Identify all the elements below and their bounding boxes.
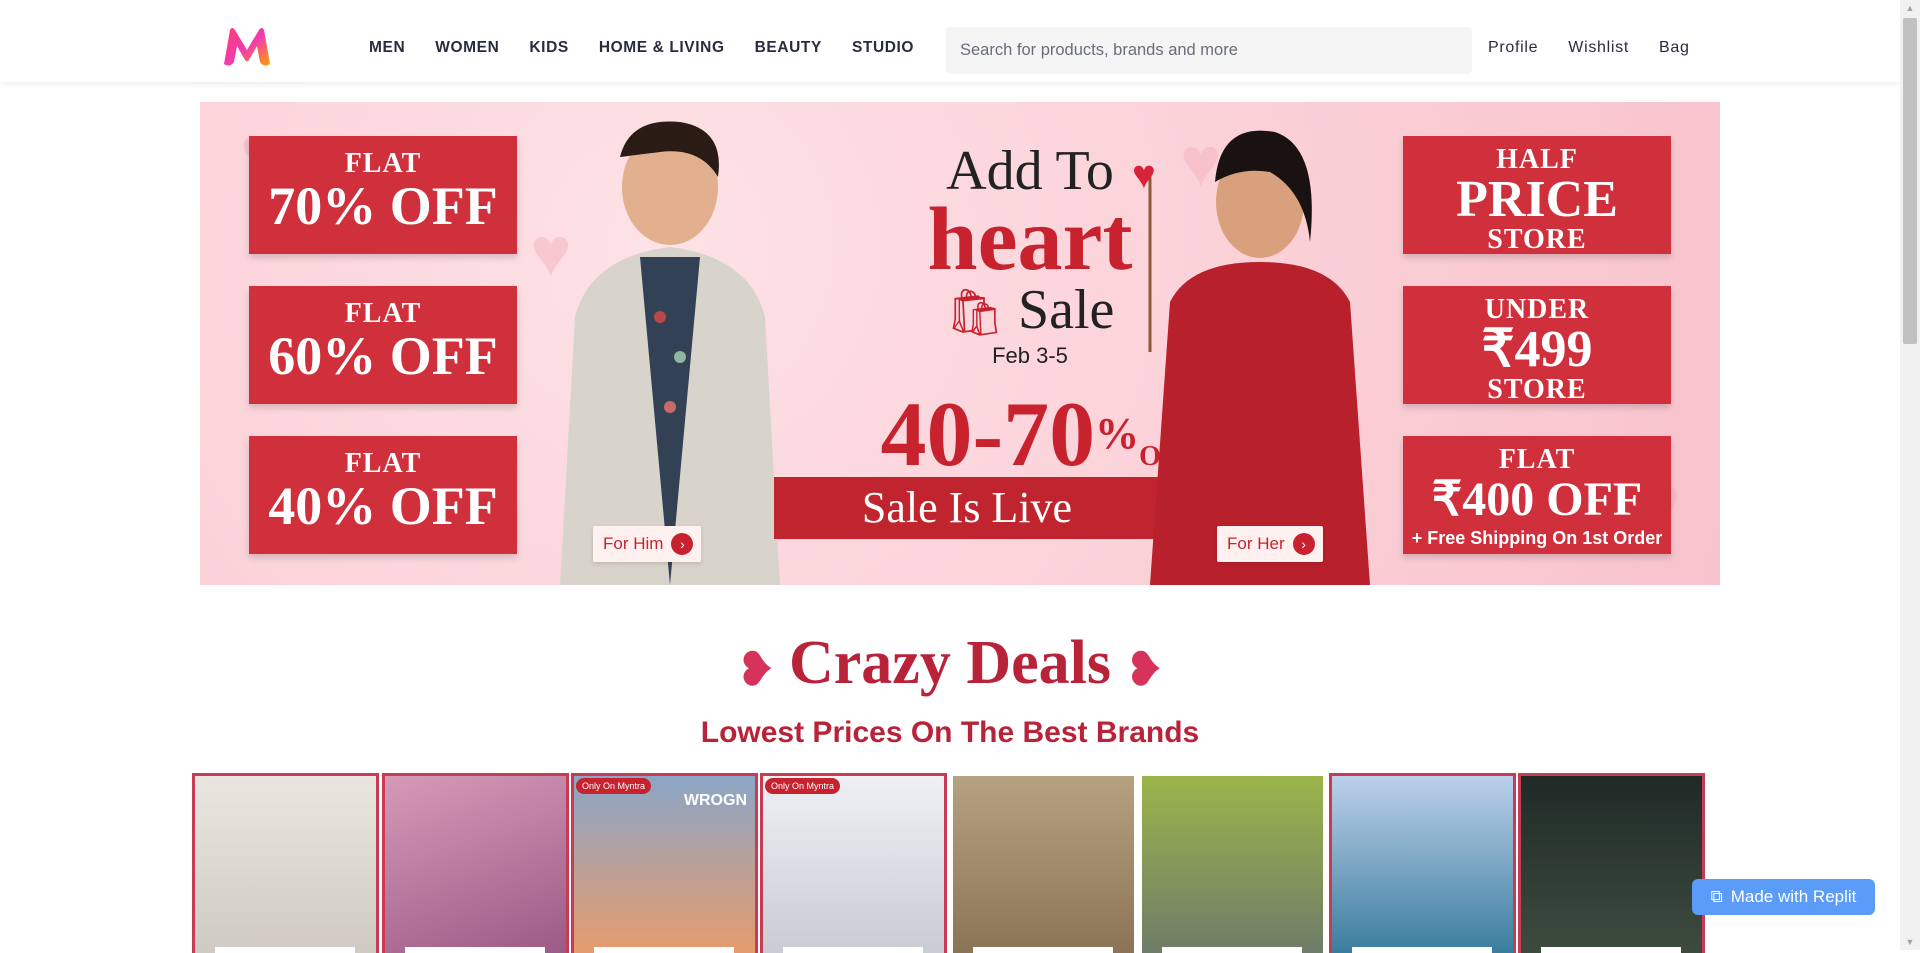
brand-logo-text: WROGN — [683, 792, 747, 809]
nav-women[interactable]: WOMEN — [435, 39, 499, 57]
hero-banner[interactable]: ♥ ♥ ♥ ♥ ♥ FLAT 70% OFF FLAT 60% OFF FLAT… — [200, 102, 1720, 585]
deal-card[interactable]: Only On Myntra — [760, 773, 947, 953]
page-scrollbar[interactable]: ▲ ▼ — [1900, 0, 1920, 950]
deal-cards-row: Only On Myntra WROGN Only On Myntra — [192, 773, 1708, 953]
card-label-strip — [594, 947, 734, 953]
offer-flat-70[interactable]: FLAT 70% OFF — [249, 136, 517, 254]
card-label-strip — [973, 947, 1113, 953]
search-input[interactable] — [946, 40, 1472, 61]
chevron-right-icon: › — [671, 533, 694, 555]
only-on-myntra-badge: Only On Myntra — [576, 778, 652, 794]
nav-men[interactable]: MEN — [369, 39, 405, 57]
replit-logo-icon: ⧉ — [1710, 887, 1723, 906]
offer-flat-40[interactable]: FLAT 40% OFF — [249, 436, 517, 554]
search-box — [946, 27, 1472, 74]
offer-under-499-store[interactable]: UNDER ₹499 STORE — [1403, 286, 1671, 404]
shopping-bag-heart-icon: 🛍 — [945, 287, 1004, 338]
offer-big-text: 70% OFF — [268, 176, 498, 236]
nav-beauty[interactable]: BEAUTY — [755, 39, 822, 57]
deal-card[interactable] — [1518, 773, 1705, 953]
deal-card[interactable] — [192, 773, 379, 953]
nav-home-living[interactable]: HOME & LIVING — [599, 39, 725, 57]
sale-live-band: Sale Is Live — [774, 477, 1160, 539]
bag-link[interactable]: Bag — [1659, 39, 1690, 57]
offer-bottom-text: + Free Shipping On 1st Order — [1411, 528, 1663, 548]
crazy-deals-subtitle: Lowest Prices On The Best Brands — [700, 716, 1200, 749]
deal-card[interactable] — [1329, 773, 1516, 953]
card-label-strip — [1352, 947, 1492, 953]
card-label-strip — [215, 947, 355, 953]
offer-top-text: FLAT — [344, 298, 422, 329]
wishlist-link[interactable]: Wishlist — [1568, 39, 1629, 57]
offer-bottom-text: STORE — [1487, 374, 1587, 405]
title-sale: Sale — [1017, 279, 1115, 341]
offer-top-text: UNDER — [1484, 294, 1590, 325]
scroll-up-arrow-icon[interactable]: ▲ — [1900, 0, 1920, 16]
myntra-logo-icon[interactable] — [220, 24, 274, 68]
deal-card[interactable] — [1139, 773, 1326, 953]
offer-big-text: 60% OFF — [268, 326, 498, 386]
crazy-deals-text: Crazy Deals — [789, 629, 1111, 697]
profile-link[interactable]: Profile — [1488, 39, 1538, 57]
offer-big-text: ₹499 — [1481, 321, 1593, 378]
card-label-strip — [405, 947, 545, 953]
discount-range-value: 40-70 — [880, 383, 1096, 485]
deal-card[interactable]: Only On Myntra WROGN — [571, 773, 758, 953]
for-her-button[interactable]: For Her › — [1217, 526, 1323, 562]
for-him-button[interactable]: For Him › — [593, 526, 702, 562]
offer-top-text: FLAT — [344, 448, 422, 479]
logo-underline — [192, 82, 304, 84]
offer-top-text: HALF — [1496, 144, 1578, 175]
offer-top-text: FLAT — [1498, 444, 1576, 475]
offer-big-text: ₹400 OFF — [1431, 473, 1643, 526]
heart-icon: ❥ — [1124, 643, 1164, 695]
offer-flat-400-off[interactable]: FLAT ₹400 OFF + Free Shipping On 1st Ord… — [1403, 436, 1671, 554]
offer-half-price-store[interactable]: HALF PRICE STORE — [1403, 136, 1671, 254]
offer-bottom-text: STORE — [1487, 224, 1587, 255]
replit-label: Made with Replit — [1730, 887, 1857, 906]
for-him-label: For Him — [603, 534, 664, 553]
scroll-thumb[interactable] — [1903, 18, 1917, 344]
nav-kids[interactable]: KIDS — [529, 39, 568, 57]
deal-card[interactable] — [382, 773, 569, 953]
made-with-replit-badge[interactable]: ⧉ Made with Replit — [1692, 879, 1875, 915]
deal-card[interactable] — [950, 773, 1137, 953]
card-label-strip — [1541, 947, 1681, 953]
card-label-strip — [1162, 947, 1302, 953]
female-model-image: ♥ — [1132, 130, 1370, 585]
main-nav: MEN WOMEN KIDS HOME & LIVING BEAUTY STUD… — [369, 39, 944, 57]
offer-flat-60[interactable]: FLAT 60% OFF — [249, 286, 517, 404]
svg-text:♥: ♥ — [1132, 153, 1156, 197]
chevron-right-icon: › — [1292, 533, 1315, 555]
header-actions: Profile Wishlist Bag — [1488, 39, 1720, 57]
scroll-down-arrow-icon[interactable]: ▼ — [1900, 934, 1920, 950]
offer-top-text: FLAT — [344, 148, 422, 179]
heart-icon: ❥ — [736, 643, 776, 695]
offer-big-text: 40% OFF — [268, 476, 498, 536]
card-label-strip — [783, 947, 923, 953]
offer-big-text: PRICE — [1456, 171, 1618, 228]
only-on-myntra-badge: Only On Myntra — [765, 778, 841, 794]
site-header: MEN WOMEN KIDS HOME & LIVING BEAUTY STUD… — [0, 0, 1900, 84]
crazy-deals-title: ❥ Crazy Deals ❥ — [0, 628, 1900, 699]
nav-studio[interactable]: STUDIO — [852, 39, 914, 57]
for-her-label: For Her — [1227, 534, 1285, 553]
